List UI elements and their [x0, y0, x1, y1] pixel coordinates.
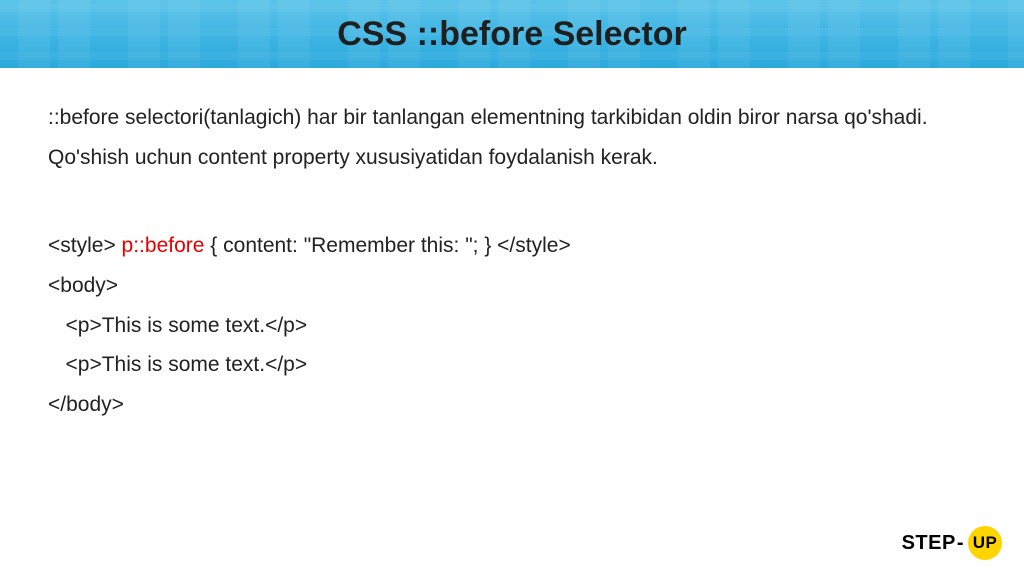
- description-text: ::before selectori(tanlagich) har bir ta…: [48, 98, 976, 178]
- slide-content: ::before selectori(tanlagich) har bir ta…: [0, 68, 1024, 425]
- logo-up-badge: UP: [968, 526, 1002, 560]
- footer-logo: STEP-UP: [902, 526, 1002, 560]
- logo-step-text: STEP: [902, 532, 956, 555]
- slide-header: CSS ::before Selector: [0, 0, 1024, 68]
- code-line-body-close: </body>: [48, 385, 976, 425]
- code-block: <style> p::before { content: "Remember t…: [48, 226, 976, 425]
- code-line-style: <style> p::before { content: "Remember t…: [48, 226, 976, 266]
- css-rule: { content: "Remember this: "; } </style>: [204, 234, 570, 257]
- logo-dash: -: [957, 532, 964, 555]
- code-line-p2: <p>This is some text.</p>: [48, 345, 976, 385]
- code-line-p1: <p>This is some text.</p>: [48, 306, 976, 346]
- style-open-tag: <style>: [48, 234, 122, 257]
- selector-highlight: p::before: [122, 234, 205, 257]
- code-line-body-open: <body>: [48, 266, 976, 306]
- slide-title: CSS ::before Selector: [337, 15, 687, 54]
